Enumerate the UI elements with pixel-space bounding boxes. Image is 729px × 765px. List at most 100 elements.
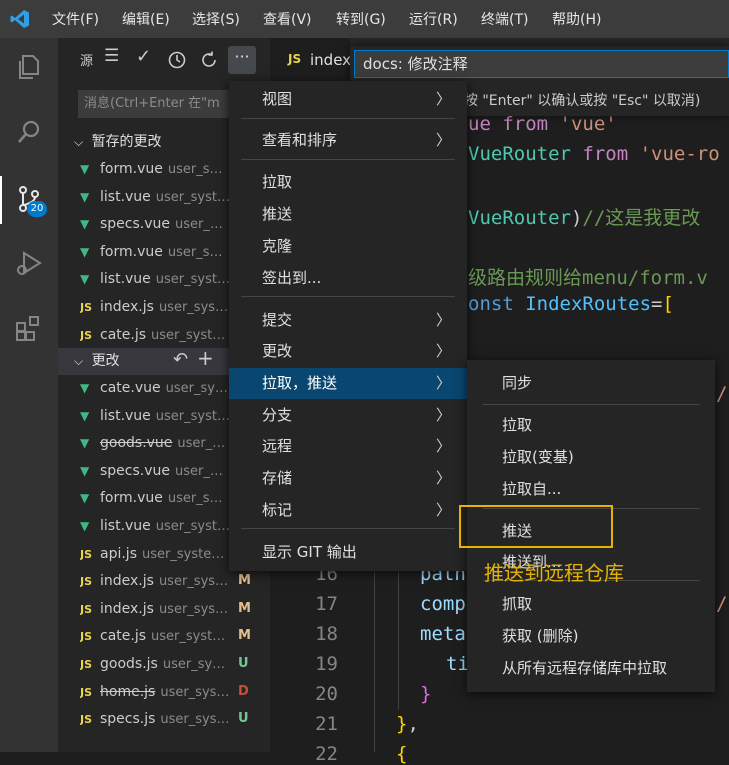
submenu-item-label: 拉取自...: [502, 480, 562, 498]
file-path: user_sys…: [158, 574, 229, 590]
indent-guide: [398, 560, 399, 710]
menu-item-label: 签出到...: [262, 269, 322, 287]
js-file-icon: JS: [80, 602, 93, 616]
push-highlight-box: [459, 505, 613, 548]
code-line-6: 级路由规则给menu/form.v: [468, 267, 708, 289]
chevron-down-icon: ⌵: [74, 354, 84, 368]
commit-check-icon[interactable]: ✓: [136, 46, 151, 67]
file-name: specs.vue: [100, 462, 171, 479]
submenu-item[interactable]: 拉取自...: [467, 474, 715, 505]
chevron-right-icon: 〉: [435, 437, 451, 455]
code-fragment-b: /: [716, 593, 728, 615]
explorer-icon[interactable]: [14, 52, 44, 82]
file-name: home.js: [100, 683, 156, 700]
view-as-tree-icon[interactable]: ☰: [104, 46, 119, 66]
more-actions-button[interactable]: ···: [228, 46, 256, 74]
file-path: user_syst…: [151, 629, 226, 645]
indent-guide: [374, 560, 375, 752]
staged-changes-header[interactable]: ⌵ 暂存的更改: [74, 129, 162, 155]
file-name: list.vue: [100, 407, 151, 424]
chevron-right-icon: 〉: [435, 131, 451, 149]
menu-selection[interactable]: 选择(S): [192, 0, 240, 38]
file-name: list.vue: [100, 188, 151, 205]
menu-item-label: 克隆: [262, 237, 293, 255]
menu-help[interactable]: 帮助(H): [552, 0, 601, 38]
extensions-icon[interactable]: [14, 313, 44, 343]
commit-message-field[interactable]: docs: 修改注释: [354, 50, 729, 78]
vscode-logo-icon: [10, 10, 29, 28]
submenu-item-label: 获取 (删除): [502, 627, 579, 645]
file-status-badge: U: [238, 711, 249, 727]
submenu-item[interactable]: 获取 (删除): [467, 621, 715, 652]
file-status-badge: M: [238, 628, 251, 644]
js-file-icon: JS: [80, 658, 93, 671]
menu-item-label: 更改: [262, 342, 293, 360]
menu-item[interactable]: 查看和排序 〉: [229, 125, 467, 156]
js-file-icon: JS: [288, 52, 302, 66]
sidebar-title: 源: [80, 54, 94, 69]
editor-tab[interactable]: JS index: [270, 38, 351, 84]
js-file-icon: JS: [80, 575, 93, 589]
refresh-icon[interactable]: [199, 50, 219, 70]
changes-header[interactable]: ⌵ 更改: [74, 348, 120, 374]
menu-item-label: 视图: [262, 90, 293, 108]
submenu-item-label: 从所有远程存储库中拉取: [502, 659, 668, 677]
js-file-icon: JS: [80, 547, 93, 561]
menu-item[interactable]: 拉取，推送 〉: [229, 368, 467, 399]
stage-all-icon[interactable]: +: [197, 346, 214, 370]
search-icon[interactable]: [14, 117, 44, 147]
file-path: user_syste…: [142, 546, 225, 562]
code-fragment-a: /: [716, 383, 728, 405]
menu-item[interactable]: 分支 〉: [229, 400, 467, 431]
submenu-item[interactable]: 拉取: [467, 410, 715, 441]
line-number: 17: [315, 593, 338, 615]
file-path: user_s…: [167, 162, 223, 177]
menu-item-label: 存储: [262, 469, 293, 487]
file-path: user_syst…: [155, 189, 230, 205]
menu-separator: [483, 404, 700, 405]
menu-item-label: 推送: [262, 205, 293, 223]
file-name: form.vue: [100, 490, 163, 507]
submenu-item[interactable]: 同步: [467, 368, 715, 399]
vue-file-icon: ▼: [80, 436, 90, 451]
chevron-right-icon: 〉: [435, 311, 451, 329]
menu-view[interactable]: 查看(V): [263, 0, 312, 38]
menu-item[interactable]: 更改 〉: [229, 336, 467, 367]
menu-item[interactable]: 存储 〉: [229, 463, 467, 494]
discard-all-icon[interactable]: ↶: [173, 349, 188, 370]
menu-item[interactable]: 标记 〉: [229, 495, 467, 526]
file-path: user_…: [175, 463, 223, 479]
menu-item[interactable]: 推送: [229, 199, 467, 230]
file-status-badge: U: [238, 656, 249, 671]
menu-item[interactable]: 克隆: [229, 231, 467, 262]
file-name: cate.vue: [100, 380, 161, 396]
menu-edit[interactable]: 编辑(E): [122, 0, 170, 38]
menu-item[interactable]: 远程 〉: [229, 431, 467, 462]
annotation-text: 推送到远程仓库: [484, 561, 624, 585]
vue-file-icon: ▼: [80, 491, 90, 506]
menu-item-label: 标记: [262, 501, 293, 519]
line-number: 20: [315, 683, 338, 705]
history-icon[interactable]: [167, 50, 187, 70]
menu-file[interactable]: 文件(F): [52, 0, 99, 38]
menu-item[interactable]: 显示 GIT 输出: [229, 537, 467, 568]
chevron-down-icon: ⌵: [74, 135, 84, 149]
menu-item-label: 分支: [262, 406, 293, 424]
menu-item[interactable]: 签出到...: [229, 263, 467, 294]
vue-file-icon: ▼: [80, 244, 90, 259]
submenu-item[interactable]: 拉取(变基): [467, 442, 715, 473]
menu-item[interactable]: 提交 〉: [229, 305, 467, 336]
menu-item-label: 拉取: [262, 173, 293, 191]
scm-badge: 20: [27, 201, 47, 217]
menu-go[interactable]: 转到(G): [336, 0, 386, 38]
menu-separator: [241, 159, 455, 160]
menu-item[interactable]: 视图 〉: [229, 84, 467, 115]
menu-terminal[interactable]: 终端(T): [481, 0, 528, 38]
run-debug-icon[interactable]: [14, 248, 44, 278]
submenu-item[interactable]: 抓取: [467, 589, 715, 620]
menu-run[interactable]: 运行(R): [409, 0, 458, 38]
submenu-item[interactable]: 从所有远程存储库中拉取: [467, 653, 715, 684]
vue-file-icon: ▼: [80, 162, 90, 176]
menu-item[interactable]: 拉取: [229, 167, 467, 198]
file-name: goods.vue: [100, 435, 173, 452]
